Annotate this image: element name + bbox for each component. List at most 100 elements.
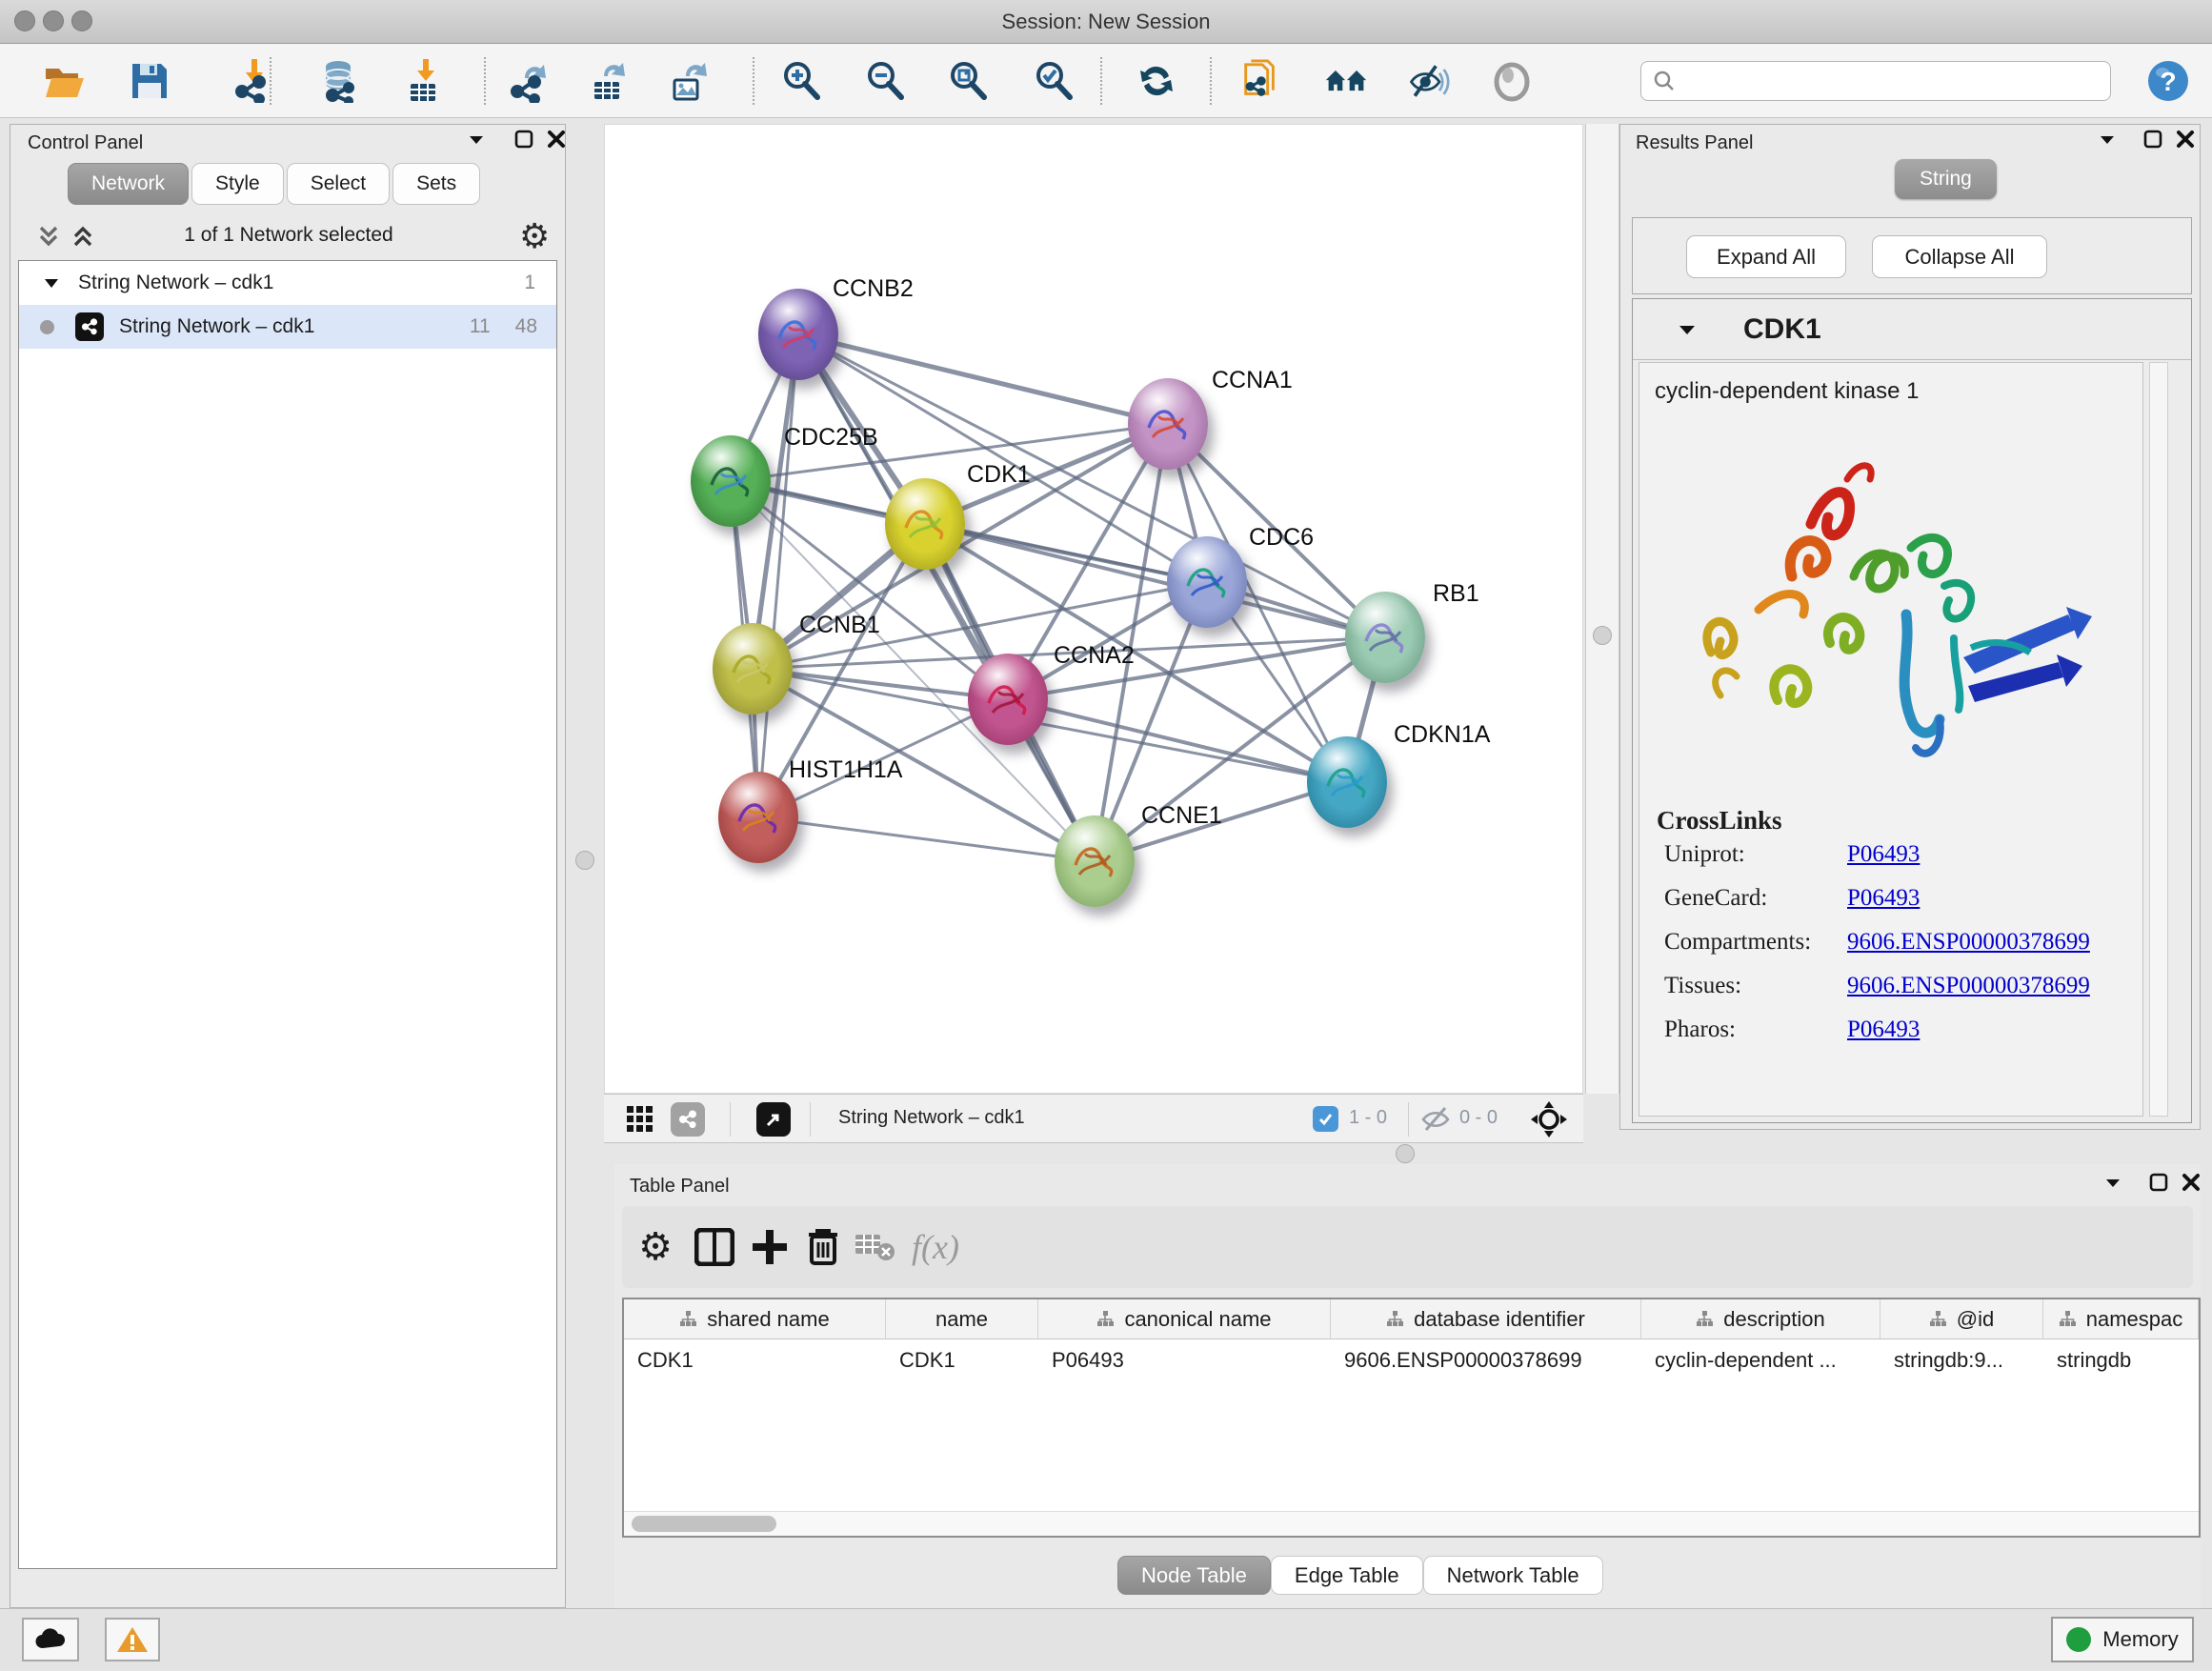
export-image-icon[interactable]	[667, 59, 711, 103]
import-table-icon[interactable]	[401, 59, 445, 103]
column-header-name[interactable]: name	[886, 1299, 1038, 1339]
tab-node-table[interactable]: Node Table	[1117, 1556, 1271, 1595]
horizontal-splitter-handle[interactable]	[1396, 1144, 1415, 1163]
column-header--id[interactable]: @id	[1880, 1299, 2043, 1339]
tab-network-table[interactable]: Network Table	[1423, 1556, 1603, 1595]
cell-namespac[interactable]: stringdb	[2043, 1339, 2199, 1381]
birdseye-icon[interactable]	[1530, 1100, 1568, 1143]
crosslink-link[interactable]: P06493	[1847, 841, 1920, 868]
network-row[interactable]: String Network – cdk1 11 48	[19, 305, 556, 349]
network-canvas[interactable]: CCNB2CCNA1CDC25BCDK1CDC6RB1CCNB1CCNA2CDK…	[604, 124, 1583, 1094]
column-header-database-identifier[interactable]: database identifier	[1331, 1299, 1641, 1339]
entry-name: CDK1	[1743, 313, 1821, 346]
detach-view-icon[interactable]	[756, 1102, 791, 1137]
table-panel-menu-icon[interactable]	[2102, 1172, 2123, 1198]
table-row[interactable]: CDK1CDK1P064939606.ENSP00000378699cyclin…	[624, 1339, 2199, 1381]
crosslink-link[interactable]: P06493	[1847, 885, 1920, 912]
column-header-canonical-name[interactable]: canonical name	[1038, 1299, 1331, 1339]
control-panel-menu-icon[interactable]	[466, 129, 487, 154]
refresh-icon[interactable]	[1135, 59, 1178, 103]
table-horizontal-scrollbar[interactable]	[624, 1511, 2199, 1536]
zoom-fit-icon[interactable]	[946, 59, 990, 103]
grid-view-icon[interactable]	[625, 1104, 655, 1139]
node-ccna1[interactable]	[1128, 378, 1208, 470]
node-hist1h1a[interactable]	[718, 772, 798, 863]
tab-string[interactable]: String	[1895, 159, 1997, 199]
control-panel-close-icon[interactable]	[546, 129, 567, 154]
network-collection-row[interactable]: String Network – cdk1 1	[19, 261, 556, 305]
tab-network[interactable]: Network	[68, 163, 189, 205]
node-cdkn1a[interactable]	[1307, 736, 1387, 828]
cell-description[interactable]: cyclin-dependent ...	[1641, 1339, 1880, 1381]
cell-shared-name[interactable]: CDK1	[624, 1339, 886, 1381]
tab-edge-table[interactable]: Edge Table	[1271, 1556, 1423, 1595]
node-ccnb2[interactable]	[758, 289, 838, 380]
node-cdc6[interactable]	[1167, 536, 1247, 628]
cell-name[interactable]: CDK1	[886, 1339, 1038, 1381]
results-panel-float-icon[interactable]	[2142, 129, 2163, 154]
network-share-view-icon[interactable]	[671, 1102, 705, 1137]
table-panel-float-icon[interactable]	[2148, 1172, 2169, 1198]
open-session-icon[interactable]	[42, 59, 86, 103]
collapse-all-button[interactable]: Collapse All	[1872, 235, 2047, 278]
entry-collapse-icon[interactable]	[1677, 319, 1698, 340]
results-panel-menu-icon[interactable]	[2097, 129, 2118, 154]
node-ccne1[interactable]	[1055, 815, 1135, 907]
home-networks-icon[interactable]	[1324, 59, 1368, 103]
left-splitter-handle[interactable]	[575, 851, 594, 870]
help-icon[interactable]: ?	[2146, 59, 2190, 103]
results-panel-close-icon[interactable]	[2175, 129, 2196, 154]
cell-database-identifier[interactable]: 9606.ENSP00000378699	[1331, 1339, 1641, 1381]
cloud-button[interactable]	[22, 1618, 79, 1661]
node-ccna2[interactable]	[968, 654, 1048, 745]
scrollbar-thumb[interactable]	[632, 1516, 776, 1532]
entry-scrollbar[interactable]	[2149, 362, 2168, 1117]
warnings-button[interactable]	[105, 1618, 160, 1661]
tab-select[interactable]: Select	[287, 163, 390, 205]
tab-style[interactable]: Style	[191, 163, 284, 205]
delete-column-icon[interactable]	[801, 1225, 845, 1269]
network-options-gear-icon[interactable]: ⚙	[519, 216, 550, 256]
column-header-description[interactable]: description	[1641, 1299, 1880, 1339]
hide-selected-eye-icon[interactable]	[1406, 59, 1450, 103]
node-rb1[interactable]	[1345, 592, 1425, 683]
delete-table-icon[interactable]	[853, 1225, 896, 1269]
right-splitter[interactable]	[1585, 124, 1619, 1094]
crosslink-link[interactable]: 9606.ENSP00000378699	[1847, 929, 2090, 956]
add-column-icon[interactable]	[748, 1225, 792, 1269]
entry-header[interactable]: CDK1	[1633, 299, 2191, 360]
zoom-in-icon[interactable]	[779, 59, 823, 103]
cell--id[interactable]: stringdb:9...	[1880, 1339, 2043, 1381]
zoom-out-icon[interactable]	[863, 59, 907, 103]
search-input[interactable]	[1640, 61, 2111, 101]
node-ccnb1[interactable]	[713, 623, 793, 715]
export-table-icon[interactable]	[587, 59, 631, 103]
control-panel-float-icon[interactable]	[513, 129, 534, 154]
import-network-file-icon[interactable]	[232, 59, 276, 103]
cell-canonical-name[interactable]: P06493	[1038, 1339, 1331, 1381]
string-import-icon[interactable]	[1238, 59, 1282, 103]
table-settings-gear-icon[interactable]: ⚙	[633, 1225, 677, 1269]
column-header-namespac[interactable]: namespac	[2043, 1299, 2199, 1339]
memory-button[interactable]: Memory	[2051, 1617, 2194, 1662]
show-all-eye-icon[interactable]	[1490, 59, 1534, 103]
tab-sets[interactable]: Sets	[392, 163, 480, 205]
node-table: shared namenamecanonical namedatabase id…	[622, 1298, 2201, 1538]
zoom-selected-icon[interactable]	[1032, 59, 1076, 103]
selected-checkbox-icon[interactable]	[1313, 1106, 1338, 1132]
right-splitter-handle[interactable]	[1593, 626, 1612, 645]
hidden-eye-icon[interactable]	[1419, 1104, 1452, 1139]
crosslink-link[interactable]: P06493	[1847, 1017, 1920, 1043]
collection-expand-icon[interactable]	[42, 273, 61, 292]
show-columns-icon[interactable]	[693, 1225, 736, 1269]
node-cdc25b[interactable]	[691, 435, 771, 527]
table-panel-close-icon[interactable]	[2181, 1172, 2202, 1198]
expand-all-button[interactable]: Expand All	[1686, 235, 1846, 278]
crosslink-link[interactable]: 9606.ENSP00000378699	[1847, 973, 2090, 999]
import-network-database-icon[interactable]	[317, 59, 361, 103]
export-network-icon[interactable]	[508, 59, 552, 103]
column-header-shared-name[interactable]: shared name	[624, 1299, 886, 1339]
save-session-icon[interactable]	[128, 59, 171, 103]
function-builder-icon[interactable]: f(x)	[914, 1225, 957, 1269]
node-cdk1[interactable]	[885, 478, 965, 570]
